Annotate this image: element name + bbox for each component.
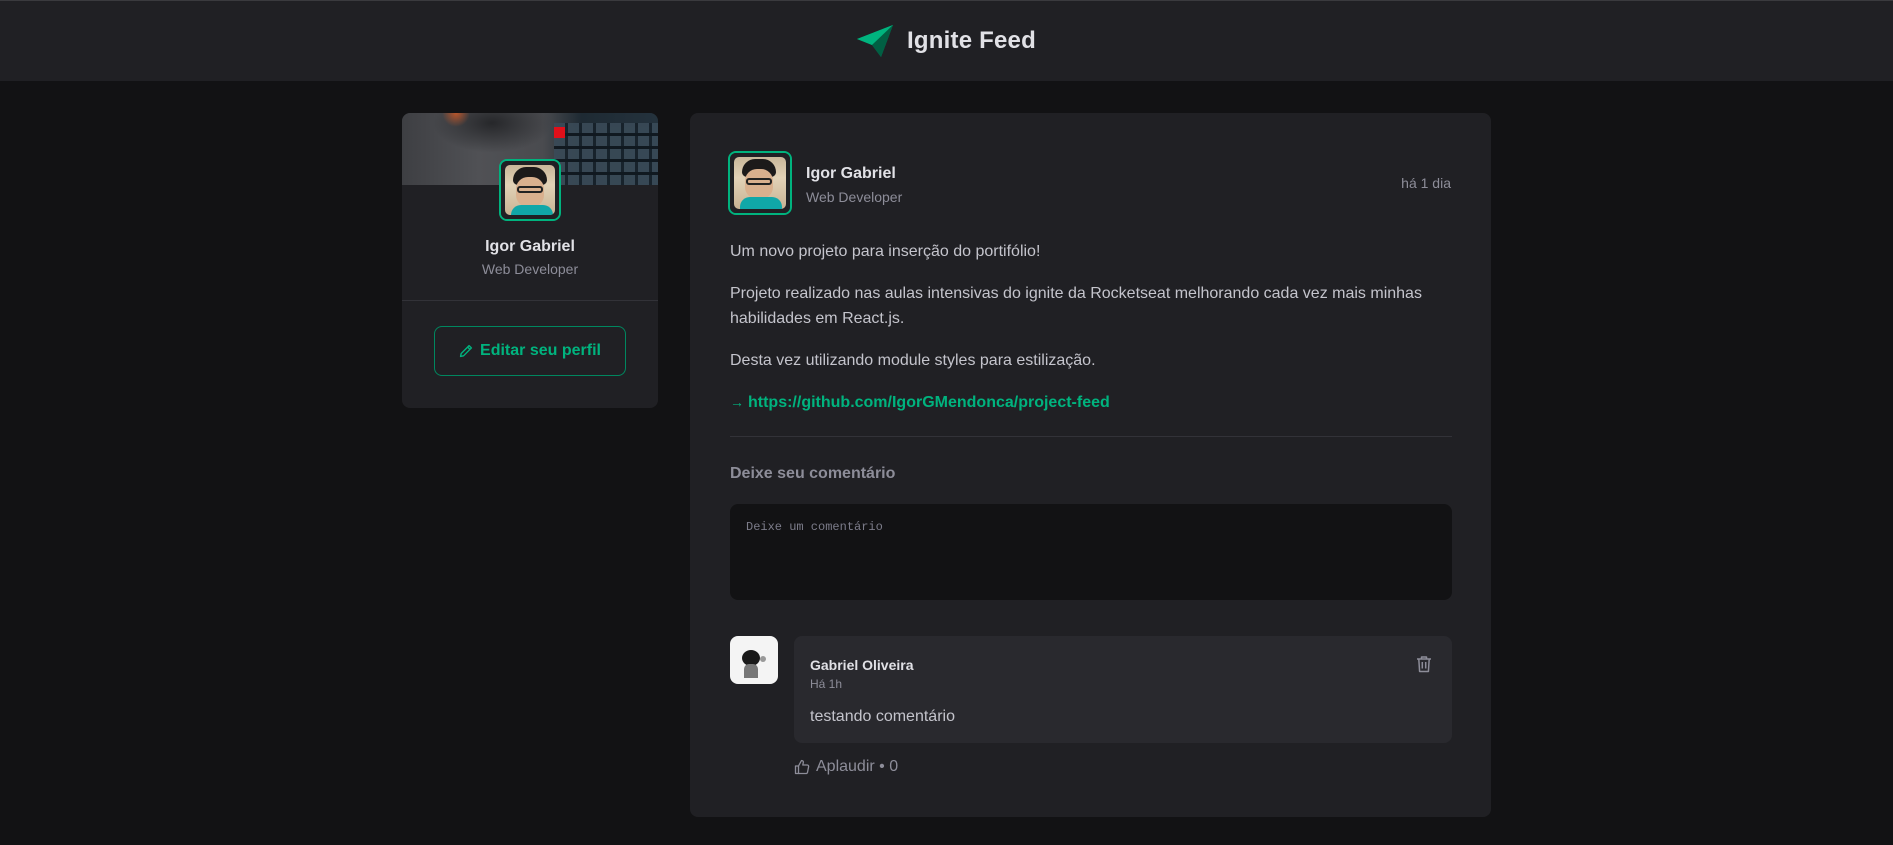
trash-icon [1417, 656, 1431, 673]
post-author-avatar[interactable] [728, 151, 792, 215]
post-paragraph: Um novo projeto para inserção do portifó… [730, 243, 1041, 260]
sidebar-divider [402, 300, 658, 301]
pencil-icon [459, 344, 473, 358]
post-card: Igor Gabriel Web Developer há 1 dia Um n… [690, 113, 1491, 817]
app-header: Ignite Feed [0, 0, 1893, 81]
paper-plane-logo-icon [857, 25, 894, 57]
user-avatar[interactable] [499, 159, 561, 221]
delete-comment-button[interactable] [1412, 652, 1436, 676]
post-author-role: Web Developer [806, 189, 903, 205]
comment-form-heading: Deixe seu comentário [730, 465, 896, 482]
comment-timestamp: Há 1h [810, 677, 843, 691]
post-divider [730, 436, 1452, 437]
post-content: Um novo projeto para inserção do portifó… [730, 239, 1452, 415]
post-timestamp: há 1 dia [1401, 175, 1451, 191]
edit-profile-label: Editar seu perfil [480, 342, 601, 359]
comment-box: Gabriel Oliveira Há 1h testando comentár… [794, 636, 1452, 743]
applaud-label: Aplaudir • 0 [816, 758, 899, 775]
post-author-name: Igor Gabriel [806, 165, 896, 182]
comment-author-avatar[interactable] [730, 636, 778, 684]
app-title: Ignite Feed [907, 27, 1036, 54]
profile-name: Igor Gabriel [485, 238, 575, 255]
post-paragraph: Desta vez utilizando module styles para … [730, 352, 1096, 369]
project-link-text: https://github.com/IgorGMendonca/project… [748, 394, 1110, 411]
applaud-button[interactable]: Aplaudir • 0 [794, 758, 898, 776]
profile-role: Web Developer [481, 261, 579, 277]
arrow-right-icon: → [730, 394, 744, 410]
logo[interactable]: Ignite Feed [857, 25, 1036, 57]
post-paragraph: Projeto realizado nas aulas intensivas d… [730, 285, 1422, 327]
comment-input[interactable] [730, 504, 1452, 600]
profile-sidebar: Igor Gabriel Web Developer Editar seu pe… [402, 113, 658, 408]
comment-text: testando comentário [810, 708, 955, 725]
comment-author-name: Gabriel Oliveira [810, 657, 914, 673]
project-link[interactable]: → https://github.com/IgorGMendonca/proje… [730, 390, 1452, 415]
edit-profile-button[interactable]: Editar seu perfil [434, 326, 626, 376]
thumbs-up-icon [794, 759, 810, 775]
